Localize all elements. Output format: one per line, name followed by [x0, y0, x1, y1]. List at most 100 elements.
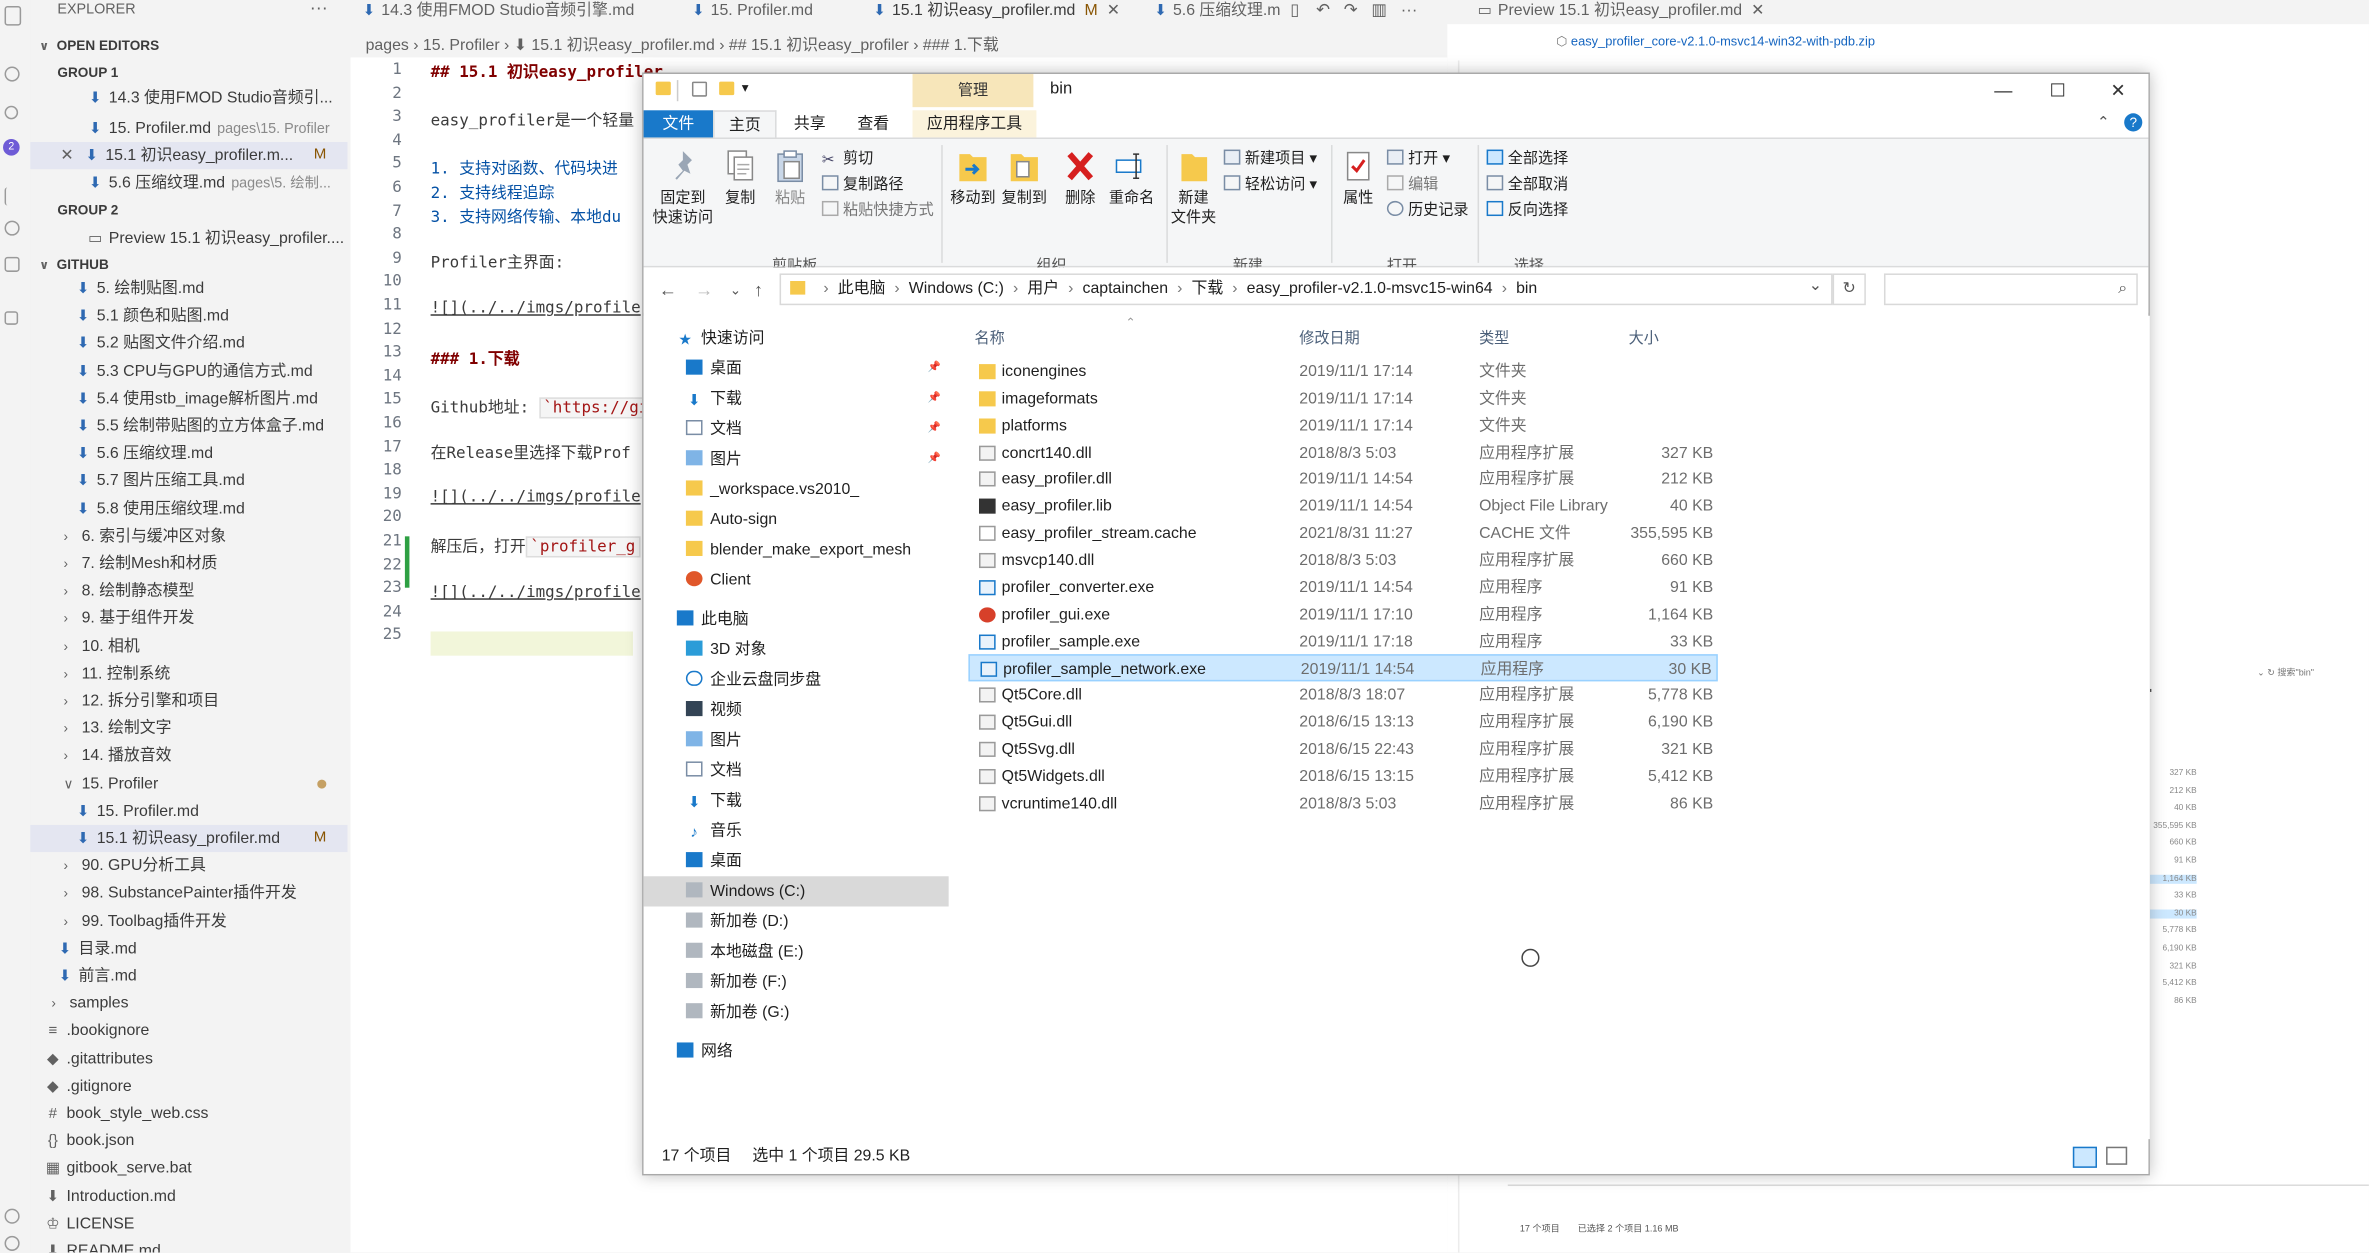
more-actions-icon[interactable]: ··· [1401, 2, 1418, 20]
breadcrumb-segment[interactable]: 下载 [1192, 279, 1224, 297]
breadcrumb-segment[interactable]: Windows (C:) [909, 279, 1004, 297]
copy-path-button[interactable]: 复制路径 [821, 175, 903, 195]
tree-file[interactable]: {} book.json [30, 1127, 347, 1154]
remote-icon[interactable] [4, 220, 20, 236]
file-row[interactable]: vcruntime140.dll 2018/8/3 5:03 应用程序扩展 86 KB [968, 790, 1717, 817]
ribbon-tab-home[interactable]: 主页 [713, 110, 777, 138]
nav-item[interactable]: Client [644, 565, 949, 595]
close-editor-icon[interactable]: ✕ [60, 147, 78, 165]
tree-file[interactable]: ⬇ 5.8 使用压缩纹理.md [30, 495, 347, 522]
tree-folder[interactable]: › 90. GPU分析工具 [30, 852, 347, 879]
nav-item[interactable]: ⬇ 下载 📌 [644, 384, 949, 414]
nav-item[interactable]: 3D 对象 [644, 635, 949, 665]
tree-folder[interactable]: › 10. 相机 [30, 632, 347, 659]
breadcrumb[interactable]: pages › 15. Profiler › ⬇ 15.1 初识easy_pro… [366, 33, 999, 56]
recent-locations-icon[interactable]: ⌄ [730, 283, 741, 300]
tab-profiler[interactable]: ⬇ 15. Profiler.md [692, 0, 813, 24]
zip-download-link[interactable]: ⬡ easy_profiler_core-v2.1.0-msvc14-win32… [1556, 33, 1875, 50]
invert-selection-button[interactable]: 反向选择 [1486, 200, 1568, 221]
ribbon-tab-view[interactable]: 查看 [843, 110, 903, 137]
large-icons-view-icon[interactable] [2106, 1146, 2128, 1165]
breadcrumb-segment[interactable]: 用户 [1027, 279, 1059, 297]
window-title-bar[interactable]: ▾ 管理 bin — ☐ ✕ [643, 74, 2149, 108]
refresh-icon[interactable]: ↻ [1832, 273, 1866, 306]
tree-file[interactable]: ⬇ 5.5 绘制带贴图的立方体盒子.md [30, 412, 347, 439]
nav-item[interactable]: Auto-sign [644, 505, 949, 535]
properties-qat-icon[interactable] [691, 81, 708, 97]
tree-folder[interactable]: › 14. 播放音效 [30, 742, 347, 769]
nav-item[interactable]: 此电脑 [644, 604, 949, 634]
file-row[interactable]: easy_profiler.lib 2019/11/1 14:54 Object F… [968, 493, 1717, 520]
tree-folder[interactable]: › 7. 绘制Mesh和材质 [30, 550, 347, 577]
file-row[interactable]: easy_profiler_stream.cache 2021/8/31 11:2… [968, 520, 1717, 547]
file-row[interactable]: Qt5Widgets.dll 2018/6/15 13:15 应用程序扩展 5,412… [968, 763, 1717, 790]
open-editor-item[interactable]: ⬇ 5.6 压缩纹理.md pages\5. 绘制... [30, 169, 347, 196]
run-debug-icon[interactable] [4, 187, 17, 206]
maximize-button[interactable]: ☐ [2043, 77, 2073, 104]
nav-item[interactable]: 企业云盘同步盘 [644, 665, 949, 695]
tree-file[interactable]: ⬇ 目录.md [30, 935, 347, 962]
tree-folder[interactable]: › 6. 索引与缓冲区对象 [30, 522, 347, 549]
column-header-date[interactable]: 修改日期 [1299, 325, 1359, 348]
rename-button[interactable]: 重命名 [1106, 148, 1157, 208]
paste-shortcut-button[interactable]: 粘贴快捷方式 [821, 200, 934, 221]
tree-file[interactable]: # book_style_web.css [30, 1100, 347, 1127]
go-forward-icon[interactable]: ↷ [1344, 2, 1358, 20]
breadcrumb-segment[interactable]: captainchen [1083, 279, 1169, 297]
close-tab-icon[interactable]: ✕ [1107, 2, 1120, 20]
collapse-ribbon-icon[interactable]: ⌃ [2097, 115, 2110, 132]
tree-file[interactable]: ⬇ 15. Profiler.md [30, 797, 347, 824]
breadcrumb-segment[interactable]: 此电脑 [838, 279, 886, 297]
open-editor-item[interactable]: ✕ ⬇ 15.1 初识easy_profiler.m... M [30, 142, 348, 170]
file-row[interactable]: platforms 2019/11/1 17:14 文件夹 [968, 412, 1717, 439]
file-row[interactable]: profiler_gui.exe 2019/11/1 17:10 应用程序 1,164… [968, 601, 1717, 628]
pin-icon[interactable]: 📌 [928, 384, 941, 414]
nav-item[interactable]: Windows (C:) [643, 876, 949, 907]
tab-easy-profiler[interactable]: ⬇ 15.1 初识easy_profiler.md M ✕ [873, 0, 1120, 24]
new-item-button[interactable]: 新建项目 ▾ [1223, 149, 1317, 170]
github-section-header[interactable]: ∨ GITHUB [39, 257, 108, 272]
copy-button[interactable]: 复制 [719, 148, 761, 208]
address-breadcrumb[interactable]: › 此电脑 › Windows (C:) › 用户 › captainchen › 下载 › easy… [779, 272, 1833, 306]
tree-file[interactable]: ⬇ 5.4 使用stb_image解析图片.md [30, 385, 347, 412]
tree-file[interactable]: ▦ gitbook_serve.bat [30, 1155, 347, 1182]
open-changes-icon[interactable]: ▯ [1290, 2, 1299, 20]
address-dropdown-icon[interactable]: ⌄ [1809, 272, 1822, 301]
tree-folder[interactable]: › 12. 拆分引擎和项目 [30, 687, 347, 714]
forward-arrow-icon[interactable]: → [695, 279, 713, 300]
file-row[interactable]: Qt5Gui.dll 2018/6/15 13:13 应用程序扩展 6,190 KB [968, 709, 1717, 736]
nav-item[interactable]: 文档 📌 [644, 414, 949, 444]
tree-file[interactable]: ◆ .gitignore [30, 1072, 347, 1099]
tab-fmod[interactable]: ⬇ 14.3 使用FMOD Studio音频引擎.md [363, 0, 635, 24]
close-window-button[interactable]: ✕ [2103, 77, 2133, 104]
nav-item[interactable]: 新加卷 (G:) [644, 997, 949, 1027]
testing-icon[interactable] [4, 311, 19, 325]
delete-button[interactable]: 删除 [1061, 148, 1100, 208]
settings-gear-icon[interactable] [4, 1235, 20, 1251]
nav-item[interactable]: _workspace.vs2010_ [644, 474, 949, 504]
cut-button[interactable]: ✂ 剪切 [822, 150, 873, 169]
column-header-type[interactable]: 类型 [1479, 325, 1509, 348]
ribbon-tab-share[interactable]: 共享 [780, 110, 840, 137]
minimize-button[interactable]: — [1988, 77, 2018, 104]
breadcrumb-segment[interactable]: bin [1516, 279, 1537, 297]
file-row[interactable]: Qt5Svg.dll 2018/6/15 22:43 应用程序扩展 321 KB [968, 736, 1717, 763]
move-to-button[interactable]: 移动到 [949, 148, 997, 208]
history-button[interactable]: 历史记录 [1386, 200, 1468, 221]
nav-item[interactable]: blender_make_export_mesh [644, 535, 949, 565]
tree-file[interactable]: ⬇ README.md [30, 1237, 347, 1253]
nav-item[interactable]: 桌面 📌 [644, 354, 949, 384]
nav-item[interactable]: ♪ 音乐 [644, 816, 949, 846]
file-explorer-window[interactable]: ▾ 管理 bin — ☐ ✕ 文件 主页 共享 查看 应用程序工具 ⌃ ? 固定… [642, 72, 2150, 1176]
tree-file[interactable]: ⬇ Introduction.md [30, 1182, 347, 1209]
file-row[interactable]: iconengines 2019/11/1 17:14 文件夹 [968, 358, 1717, 385]
tree-file[interactable]: ⬇ 5.7 图片压缩工具.md [30, 467, 347, 494]
tab-compress-texture[interactable]: ⬇ 5.6 压缩纹理.m [1154, 0, 1280, 24]
close-tab-icon[interactable]: ✕ [1751, 2, 1764, 20]
group1-header[interactable]: GROUP 1 [57, 65, 118, 80]
easy-access-button[interactable]: 轻松访问 ▾ [1223, 175, 1317, 195]
open-editor-item[interactable]: ⬇ 15. Profiler.md pages\15. Profiler [30, 115, 347, 142]
more-actions-icon[interactable]: ··· [310, 0, 328, 18]
nav-item[interactable]: ★ 快速访问 [644, 323, 949, 353]
explorer-icon[interactable] [4, 6, 22, 26]
